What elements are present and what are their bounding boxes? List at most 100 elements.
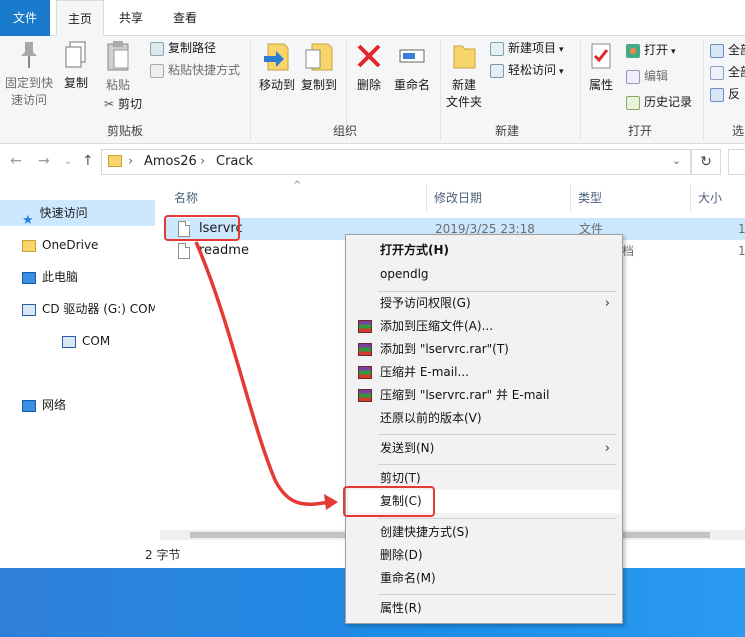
copy-label: 复制 [63, 76, 88, 90]
select-none-icon [710, 65, 724, 80]
paste-icon [107, 41, 129, 71]
menu-item-open-with[interactable]: 打开方式(H) [348, 239, 620, 262]
copy-button[interactable]: 复制 [60, 40, 92, 92]
breadcrumb-chevron-icon[interactable]: › [200, 154, 205, 169]
copy-path-button[interactable]: 复制路径 [150, 38, 216, 58]
rename-label: 重命名 [393, 78, 430, 92]
column-header-size[interactable]: 大小 [698, 180, 722, 216]
menu-item-delete[interactable]: 删除(D) [348, 544, 620, 567]
easy-access-icon [490, 63, 504, 78]
rename-button[interactable]: 重命名 [390, 40, 434, 94]
group-label-clipboard: 剪贴板 [106, 124, 143, 138]
new-item-icon [490, 41, 504, 56]
properties-button[interactable]: 属性 [584, 40, 618, 94]
tab-home[interactable]: 主页 [56, 0, 104, 37]
menu-item-compress-email[interactable]: 压缩并 E-mail... [348, 361, 620, 384]
winrar-icon [358, 320, 372, 333]
nav-item-quick-access[interactable]: ★ 快速访问 [0, 200, 155, 226]
copy-to-button[interactable]: 复制到 [298, 40, 340, 94]
select-all-button[interactable]: 全部 [710, 40, 745, 60]
scissors-icon: ✂ [104, 97, 115, 111]
new-folder-icon [453, 45, 476, 69]
new-item-button[interactable]: 新建项目 ▾ [490, 38, 564, 60]
new-folder-button[interactable]: 新建 文件夹 [444, 40, 484, 111]
nav-item-com[interactable]: COM [0, 328, 155, 354]
tab-file[interactable]: 文件 [0, 0, 50, 36]
copy-icon [65, 41, 86, 68]
back-arrow-icon[interactable]: ← [10, 153, 22, 169]
cut-button[interactable]: ✂ 剪切 [104, 94, 142, 114]
column-header-name[interactable]: 名称 [174, 180, 198, 216]
column-separator[interactable] [570, 184, 571, 212]
properties-label: 属性 [588, 78, 613, 92]
move-to-button[interactable]: 移动到 [256, 40, 298, 94]
menu-item-grant-access[interactable]: 授予访问权限(G) › [348, 292, 620, 315]
nav-item-onedrive[interactable]: OneDrive [0, 232, 155, 258]
up-arrow-icon[interactable]: ↑ [82, 153, 94, 169]
invert-selection-button[interactable]: 反 [710, 84, 740, 104]
nav-item-this-pc[interactable]: 此电脑 [0, 264, 155, 290]
dropdown-caret-icon: ▾ [559, 67, 564, 77]
address-dropdown-icon[interactable]: ⌄ [672, 154, 681, 167]
menu-item-compress-rar-email[interactable]: 压缩到 "lservrc.rar" 并 E-mail [348, 384, 620, 407]
paste-label: 粘贴 [105, 78, 130, 92]
refresh-button[interactable]: ↻ [691, 149, 721, 175]
menu-separator [378, 434, 616, 435]
copy-to-icon [305, 43, 333, 71]
annotation-highlight-file [164, 215, 240, 241]
address-bar[interactable]: › Amos26 › Crack ⌄ [101, 149, 691, 175]
group-label-new: 新建 [494, 124, 519, 138]
history-icon [626, 95, 640, 110]
column-header-date[interactable]: 修改日期 [434, 180, 482, 216]
recent-locations-chevron-icon[interactable]: ⌄ [64, 156, 72, 167]
select-none-button[interactable]: 全部 [710, 62, 745, 82]
menu-item-properties[interactable]: 属性(R) [348, 597, 620, 620]
nav-item-network[interactable]: 网络 [0, 392, 155, 418]
onedrive-folder-icon [22, 239, 36, 252]
text-file-icon [178, 243, 190, 259]
delete-button[interactable]: 删除 [352, 40, 386, 94]
menu-item-add-rar[interactable]: 添加到 "lservrc.rar"(T) [348, 338, 620, 361]
computer-icon [22, 271, 36, 284]
rename-icon [399, 49, 425, 63]
breadcrumb-chevron-icon[interactable]: › [128, 154, 133, 169]
tab-view[interactable]: 查看 [160, 0, 210, 36]
star-icon: ★ [22, 212, 34, 227]
menu-item-rename[interactable]: 重命名(M) [348, 567, 620, 590]
column-separator[interactable] [426, 184, 427, 212]
winrar-icon [358, 389, 372, 402]
paste-shortcut-button[interactable]: 粘贴快捷方式 [150, 60, 240, 80]
file-name: readme [199, 243, 249, 258]
easy-access-button[interactable]: 轻松访问 ▾ [490, 60, 564, 82]
menu-separator [378, 518, 616, 519]
column-header-type[interactable]: 类型 [578, 180, 602, 216]
forward-arrow-icon[interactable]: → [38, 153, 50, 169]
pin-icon [21, 42, 37, 68]
menu-item-add-archive[interactable]: 添加到压缩文件(A)... [348, 315, 620, 338]
breadcrumb-amos26[interactable]: Amos26 [144, 154, 197, 169]
paste-button[interactable]: 粘贴 [100, 40, 136, 94]
open-icon [626, 43, 640, 58]
open-button[interactable]: 打开 ▾ [626, 40, 676, 62]
history-button[interactable]: 历史记录 [626, 92, 692, 112]
new-folder-label: 新建 文件夹 [445, 78, 482, 109]
pin-quick-access-button[interactable]: 固定到快 速访问 [2, 40, 56, 109]
edit-icon [626, 69, 640, 84]
menu-item-opendlg[interactable]: opendlg [348, 263, 620, 286]
search-box[interactable] [728, 149, 745, 175]
edit-button[interactable]: 编辑 [626, 66, 668, 86]
group-label-organize: 组织 [332, 124, 357, 138]
invert-selection-icon [710, 87, 724, 102]
refresh-icon: ↻ [700, 154, 712, 170]
delete-x-icon [357, 44, 381, 68]
select-all-icon [710, 43, 724, 58]
menu-item-restore-versions[interactable]: 还原以前的版本(V) [348, 407, 620, 430]
breadcrumb-crack[interactable]: Crack [216, 154, 253, 169]
menu-item-send-to[interactable]: 发送到(N) › [348, 437, 620, 460]
ribbon-separator [580, 40, 581, 140]
menu-item-create-shortcut[interactable]: 创建快捷方式(S) [348, 521, 620, 544]
tab-share[interactable]: 共享 [108, 0, 154, 36]
column-separator[interactable] [690, 184, 691, 212]
file-type: 档 [622, 244, 635, 258]
nav-item-cd-drive[interactable]: CD 驱动器 (G:) COM [0, 296, 155, 322]
